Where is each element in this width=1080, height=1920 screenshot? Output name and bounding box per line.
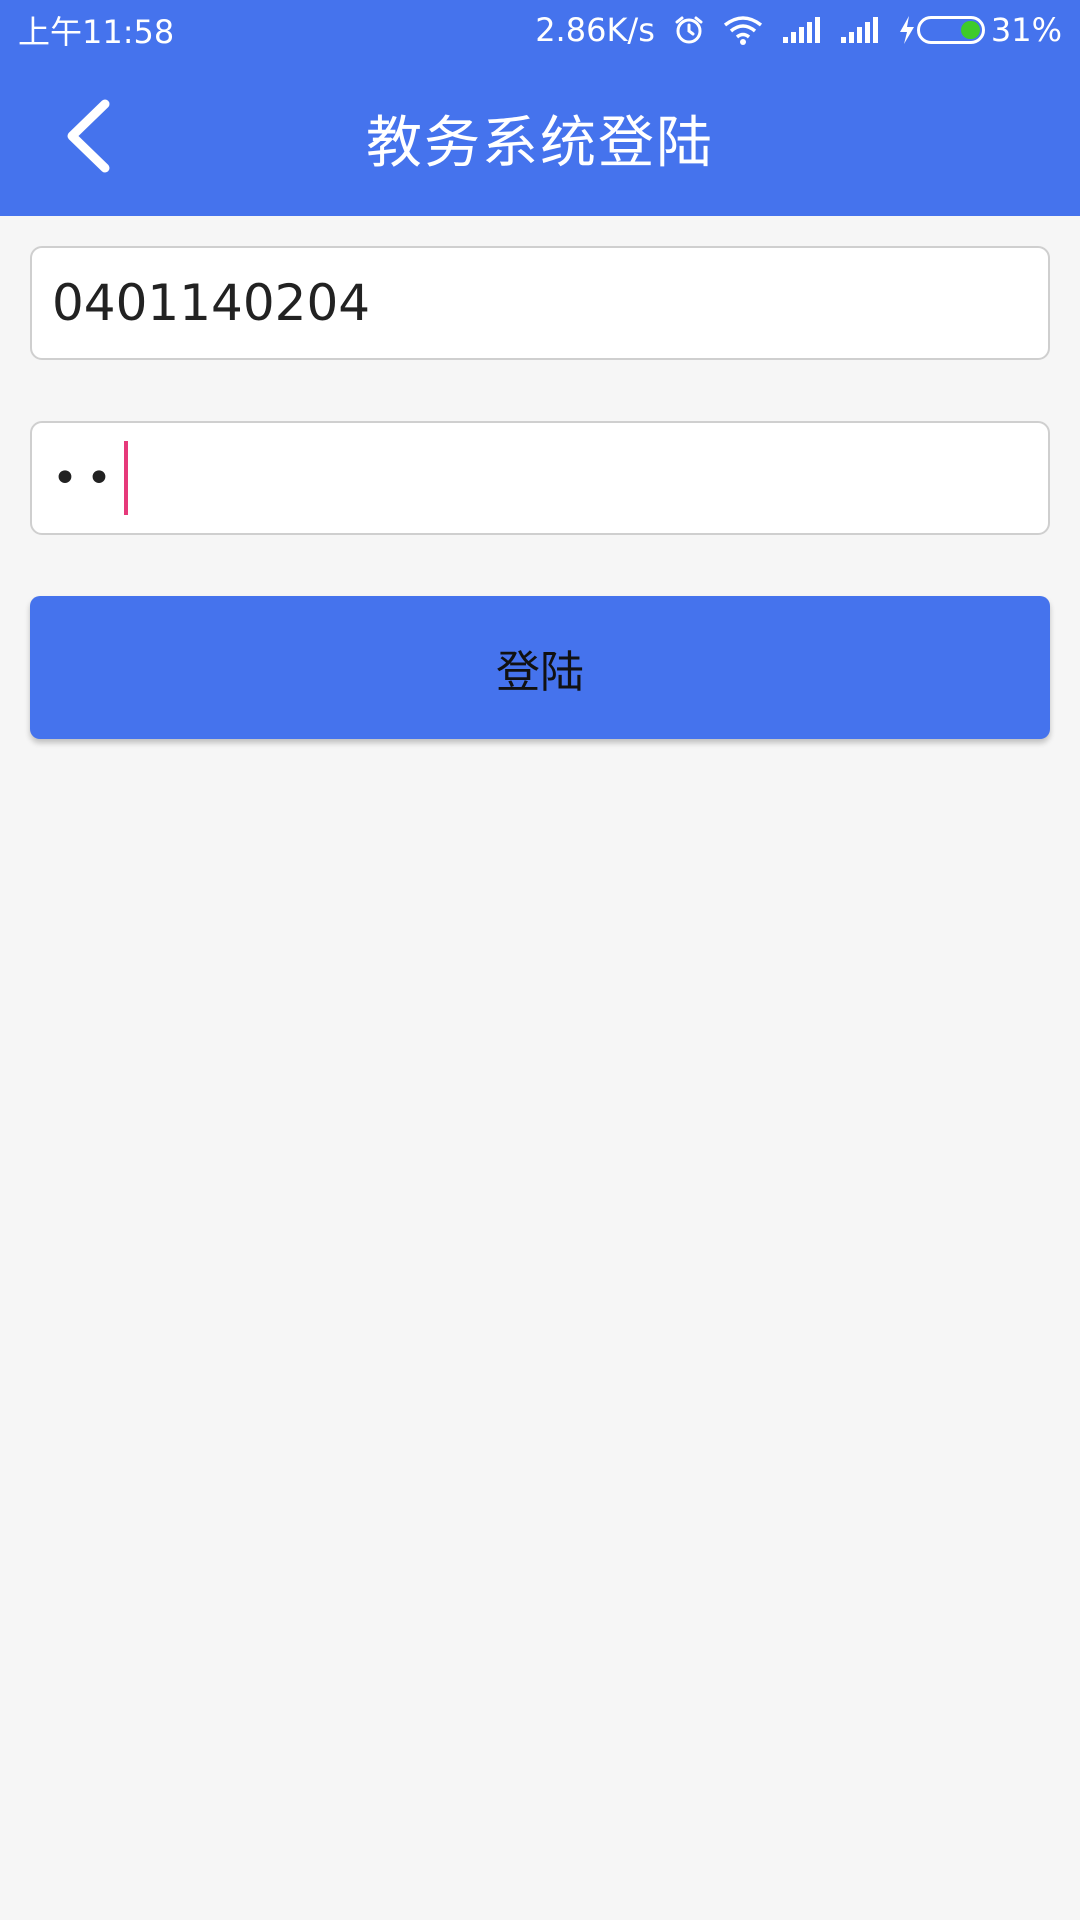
username-value: 0401140204	[52, 274, 371, 332]
network-speed: 2.86K/s	[535, 11, 655, 49]
back-button[interactable]	[50, 98, 130, 178]
page-title: 教务系统登陆	[366, 110, 714, 176]
chevron-left-icon	[60, 96, 120, 180]
alarm-icon	[673, 14, 705, 46]
status-icons: 2.86K/s 31%	[535, 11, 1062, 49]
status-time: 上午11:58	[18, 13, 175, 51]
charging-icon	[897, 15, 917, 45]
text-cursor	[123, 441, 128, 515]
signal-icon	[781, 15, 821, 45]
battery-icon	[916, 16, 985, 44]
status-bar: 上午11:58 2.86K/s 31%	[0, 0, 1080, 60]
battery-fill	[960, 21, 980, 39]
password-input[interactable]: ••	[30, 421, 1050, 535]
battery-indicator: 31%	[897, 11, 1062, 49]
signal-icon	[839, 15, 879, 45]
app-bar: 教务系统登陆	[0, 60, 1080, 216]
login-button[interactable]: 登陆	[30, 596, 1050, 739]
battery-percent: 31%	[990, 11, 1062, 49]
login-button-label: 登陆	[496, 646, 584, 698]
username-input[interactable]: 0401140204	[30, 246, 1050, 360]
wifi-icon	[723, 15, 763, 45]
password-value: ••	[52, 452, 120, 504]
